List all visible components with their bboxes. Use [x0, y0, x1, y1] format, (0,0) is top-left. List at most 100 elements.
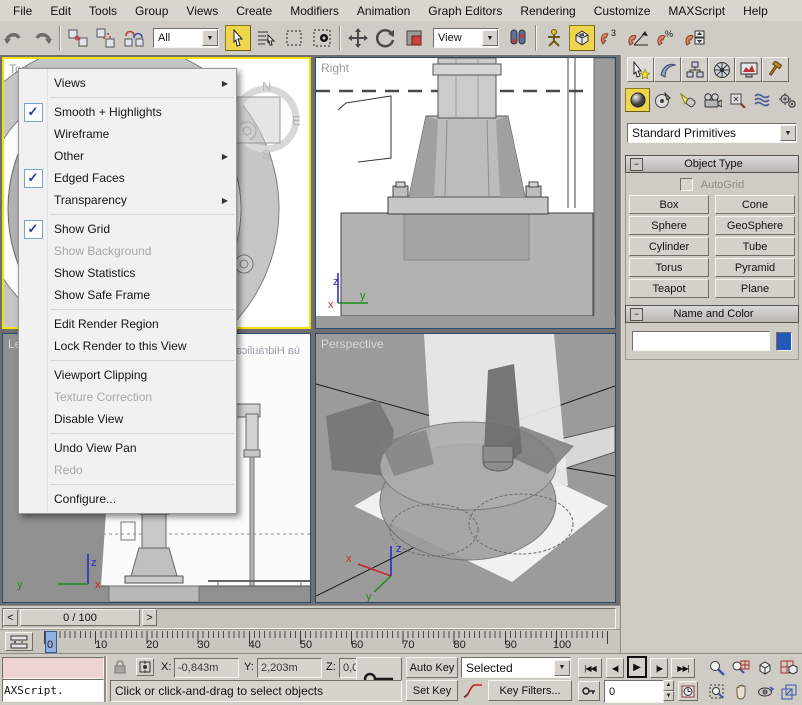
- dropdown-arrow-icon[interactable]: ▼: [202, 30, 218, 46]
- select-and-link-button[interactable]: [65, 25, 91, 51]
- tab-hierarchy[interactable]: [681, 57, 708, 82]
- spinner-up-icon[interactable]: ▲: [663, 680, 674, 691]
- create-geosphere-button[interactable]: GeoSphere: [715, 216, 795, 235]
- default-in-out-tangents-button[interactable]: [461, 681, 485, 701]
- redo-button[interactable]: [29, 25, 55, 51]
- maxscript-macro-recorder-line[interactable]: [2, 657, 104, 679]
- viewport-perspective[interactable]: Perspective: [315, 333, 616, 603]
- spinner-down-icon[interactable]: ▼: [663, 691, 674, 702]
- create-sphere-button[interactable]: Sphere: [629, 216, 709, 235]
- reference-coordinate-dropdown[interactable]: View ▼: [433, 28, 499, 48]
- zoom-all-button[interactable]: [730, 657, 752, 679]
- previous-frame-button[interactable]: ◀|: [606, 658, 624, 678]
- selection-filter-dropdown[interactable]: All ▼: [153, 28, 219, 48]
- create-torus-button[interactable]: Torus: [629, 258, 709, 277]
- angle-snap-toggle-button[interactable]: [625, 25, 651, 51]
- unlink-selection-button[interactable]: [93, 25, 119, 51]
- menu-group[interactable]: Group: [126, 2, 177, 20]
- play-button[interactable]: ▶: [627, 656, 647, 678]
- object-name-input[interactable]: [632, 331, 770, 351]
- context-menu-item-disable-view[interactable]: Disable View: [19, 408, 236, 430]
- create-cone-button[interactable]: Cone: [715, 195, 795, 214]
- menu-create[interactable]: Create: [227, 2, 281, 20]
- context-menu-item-wireframe[interactable]: Wireframe: [19, 123, 236, 145]
- create-teapot-button[interactable]: Teapot: [629, 279, 709, 298]
- category-lights-button[interactable]: [675, 88, 700, 112]
- snaps-toggle-3d-button[interactable]: 3: [597, 25, 623, 51]
- open-mini-curve-editor-button[interactable]: [5, 632, 33, 651]
- menu-views[interactable]: Views: [177, 2, 227, 20]
- menu-file[interactable]: File: [4, 2, 41, 20]
- create-box-button[interactable]: Box: [629, 195, 709, 214]
- context-menu-item-configure-[interactable]: Configure...: [19, 488, 236, 510]
- select-object-button[interactable]: [225, 25, 251, 51]
- dropdown-arrow-icon[interactable]: ▼: [482, 30, 498, 46]
- collapse-icon[interactable]: −: [630, 308, 643, 321]
- viewport-right[interactable]: Right: [315, 57, 616, 329]
- dropdown-arrow-icon[interactable]: ▼: [780, 125, 796, 141]
- category-geometry-button[interactable]: [625, 88, 650, 112]
- undo-button[interactable]: [1, 25, 27, 51]
- y-coord-field[interactable]: 2,203m: [257, 658, 322, 678]
- time-slider-handle[interactable]: 0 / 100: [20, 609, 140, 626]
- select-by-name-button[interactable]: [253, 25, 279, 51]
- time-slider-prev-button[interactable]: <: [3, 609, 18, 626]
- context-menu-item-views[interactable]: Views▶: [19, 72, 236, 94]
- absolute-offset-mode-toggle[interactable]: [136, 658, 154, 676]
- menu-maxscript[interactable]: MAXScript: [659, 2, 734, 20]
- zoom-extents-button[interactable]: [754, 657, 776, 679]
- context-menu-item-edit-render-region[interactable]: Edit Render Region: [19, 313, 236, 335]
- create-cylinder-button[interactable]: Cylinder: [629, 237, 709, 256]
- percent-snap-toggle-button[interactable]: %: [653, 25, 679, 51]
- rectangular-selection-region-button[interactable]: [281, 25, 307, 51]
- window-crossing-toggle-button[interactable]: [309, 25, 335, 51]
- selection-lock-toggle[interactable]: [112, 659, 128, 675]
- key-mode-toggle-button[interactable]: [578, 681, 600, 701]
- select-and-rotate-button[interactable]: [373, 25, 399, 51]
- track-bar[interactable]: 0102030405060708090100: [0, 629, 620, 654]
- category-systems-button[interactable]: [775, 88, 800, 112]
- menu-animation[interactable]: Animation: [348, 2, 419, 20]
- create-plane-button[interactable]: Plane: [715, 279, 795, 298]
- tab-display[interactable]: [735, 57, 762, 82]
- autogrid-checkbox[interactable]: [680, 178, 693, 191]
- selection-set-dropdown[interactable]: Selected ▼: [461, 657, 571, 678]
- context-menu-item-transparency[interactable]: Transparency▶: [19, 189, 236, 211]
- use-pivot-point-center-button[interactable]: [505, 25, 531, 51]
- maximize-viewport-toggle-button[interactable]: [778, 681, 800, 703]
- current-frame-field[interactable]: 0: [604, 680, 664, 703]
- orbit-arc-rotate-button[interactable]: [754, 681, 776, 703]
- create-pyramid-button[interactable]: Pyramid: [715, 258, 795, 277]
- pan-view-button[interactable]: [730, 681, 752, 703]
- tab-create[interactable]: [627, 57, 654, 82]
- context-menu-item-show-statistics[interactable]: Show Statistics: [19, 262, 236, 284]
- zoom-extents-all-button[interactable]: [778, 657, 800, 679]
- next-frame-button[interactable]: |▶: [650, 658, 668, 678]
- go-to-end-button[interactable]: ▶▶|: [671, 658, 695, 678]
- select-and-move-button[interactable]: [345, 25, 371, 51]
- zoom-region-button[interactable]: [706, 681, 728, 703]
- statusbar-splitter[interactable]: [104, 656, 107, 702]
- tab-utilities[interactable]: [762, 57, 789, 82]
- set-key-button[interactable]: Set Key: [406, 680, 458, 701]
- menu-edit[interactable]: Edit: [41, 2, 80, 20]
- context-menu-item-edged-faces[interactable]: ✓Edged Faces: [19, 167, 236, 189]
- context-menu-item-show-grid[interactable]: ✓Show Grid: [19, 218, 236, 240]
- category-cameras-button[interactable]: [700, 88, 725, 112]
- context-menu-item-lock-render-to-this-view[interactable]: Lock Render to this View: [19, 335, 236, 357]
- bind-to-space-warp-button[interactable]: [121, 25, 147, 51]
- maxscript-mini-listener[interactable]: AXScript.: [2, 679, 104, 702]
- context-menu-item-undo-view-pan[interactable]: Undo View Pan: [19, 437, 236, 459]
- context-menu-item-smooth-highlights[interactable]: ✓Smooth + Highlights: [19, 101, 236, 123]
- tab-motion[interactable]: [708, 57, 735, 82]
- time-configuration-button[interactable]: [678, 681, 698, 701]
- name-color-rollout-header[interactable]: − Name and Color: [625, 305, 799, 323]
- time-slider-next-button[interactable]: >: [142, 609, 157, 626]
- select-and-scale-button[interactable]: [401, 25, 427, 51]
- menu-graph-editors[interactable]: Graph Editors: [419, 2, 511, 20]
- context-menu-item-other[interactable]: Other▶: [19, 145, 236, 167]
- collapse-icon[interactable]: −: [630, 158, 643, 171]
- dropdown-arrow-icon[interactable]: ▼: [554, 660, 570, 676]
- go-to-start-button[interactable]: |◀◀: [578, 658, 602, 678]
- category-shapes-button[interactable]: [650, 88, 675, 112]
